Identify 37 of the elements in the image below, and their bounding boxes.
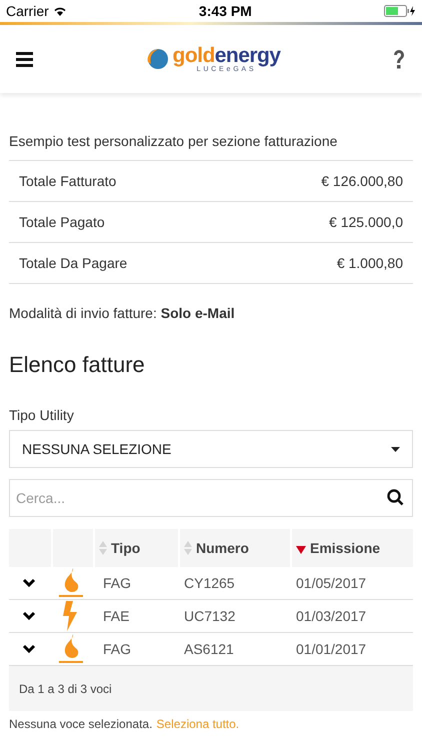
total-label: Totale Da Pagare (19, 254, 128, 273)
section-title: Elenco fatture (9, 351, 146, 379)
clock-time: 3:43 PM (198, 2, 252, 20)
filter-label: Tipo Utility (9, 406, 74, 425)
battery-icon (384, 5, 416, 17)
chevron-down-icon[interactable] (22, 611, 36, 621)
total-label: Totale Pagato (19, 212, 105, 232)
table-cell-text: FAG (102, 574, 132, 592)
wifi-icon (52, 6, 67, 16)
total-amount: € 125.000,0 (329, 212, 403, 232)
table-cell-text: 01/05/2017 (295, 574, 368, 592)
search-icon[interactable] (387, 489, 404, 506)
entries-count: Da 1 a 3 di 3 voci (19, 680, 112, 698)
total-amount: € 126.000,80 (321, 172, 403, 190)
utility-dropdown[interactable]: NESSUNA SELEZIONE (9, 430, 413, 468)
intro-text: Esempio test personalizzato per sezione fatturazione (9, 132, 338, 151)
table-cell-text: CY1265 (183, 574, 236, 592)
total-label: Totale Fatturato (19, 172, 116, 190)
chevron-down-icon[interactable] (22, 578, 36, 588)
chevron-down-icon[interactable] (22, 644, 36, 654)
table-cell-text: 01/01/2017 (295, 640, 368, 658)
delivery-mode-text: Modalità di invio fatture: Solo e-Mail (9, 304, 236, 323)
table-cell-text: AS6121 (183, 640, 235, 658)
total-amount: € 1.000,80 (336, 254, 403, 272)
logo-wordmark: goldenergy (172, 45, 280, 66)
globe-logo-icon (144, 48, 169, 70)
table-cell-text: 01/03/2017 (295, 606, 368, 626)
selection-status: Nessuna voce selezionata. (9, 716, 152, 733)
sort-descending-icon[interactable] (296, 546, 306, 554)
menu-icon[interactable] (16, 52, 33, 66)
carrier-label: Carrier (6, 2, 49, 20)
help-icon[interactable] (392, 49, 406, 69)
table-cell-text: UC7132 (183, 606, 236, 626)
table-cell-text: FAG (102, 640, 132, 658)
caret-down-icon (391, 446, 400, 452)
search-field[interactable]: Cerca... (9, 479, 413, 517)
table-cell-text: FAE (102, 606, 130, 626)
